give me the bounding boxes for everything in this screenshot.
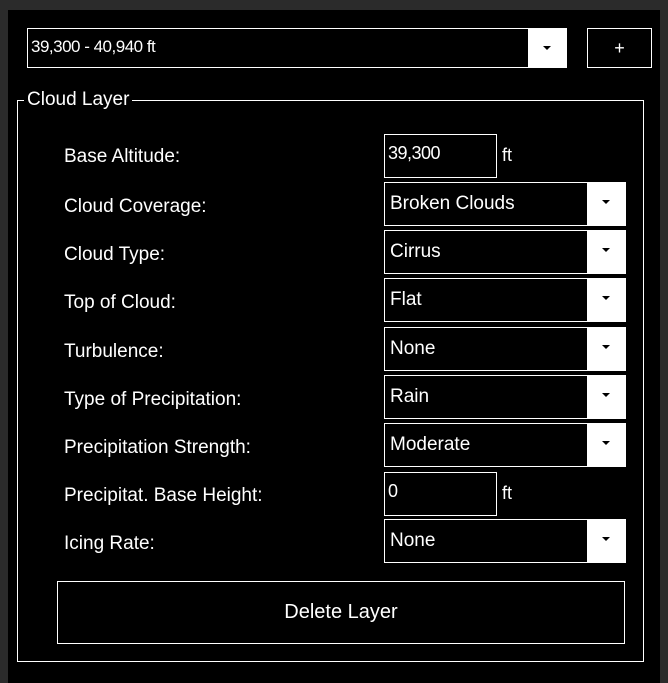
top-of-cloud-select[interactable]: Flat (384, 278, 626, 322)
cloud-coverage-select[interactable]: Broken Clouds (384, 182, 626, 226)
precipitation-type-label: Type of Precipitation: (64, 389, 242, 410)
turbulence-select[interactable]: None (384, 327, 626, 371)
cloud-type-label: Cloud Type: (64, 244, 166, 265)
precipitation-strength-select[interactable]: Moderate (384, 423, 626, 467)
cloud-coverage-dropdown-button[interactable] (587, 183, 625, 225)
group-title: Cloud Layer (24, 89, 133, 111)
precipitation-base-height-value: 0 (388, 481, 398, 501)
chevron-down-icon (602, 200, 610, 204)
delete-layer-button[interactable]: Delete Layer (57, 581, 625, 644)
turbulence-label: Turbulence: (64, 341, 164, 362)
layer-select-dropdown-button[interactable] (528, 29, 566, 67)
cloud-coverage-label: Cloud Coverage: (64, 196, 207, 217)
top-of-cloud-label: Top of Cloud: (64, 292, 176, 313)
icing-rate-select[interactable]: None (384, 519, 626, 563)
chevron-down-icon (602, 441, 610, 445)
chevron-down-icon (602, 393, 610, 397)
precipitation-base-height-unit: ft (502, 483, 513, 503)
chevron-down-icon (543, 46, 551, 50)
precipitation-type-select[interactable]: Rain (384, 375, 626, 419)
icing-rate-label: Icing Rate: (64, 533, 155, 554)
precipitation-base-height-label: Precipitat. Base Height: (64, 485, 263, 506)
cloud-type-select[interactable]: Cirrus (384, 230, 626, 274)
cloud-type-dropdown-button[interactable] (587, 231, 625, 273)
add-layer-button[interactable]: + (587, 28, 652, 68)
base-altitude-label: Base Altitude: (64, 146, 181, 167)
chevron-down-icon (602, 537, 610, 541)
precipitation-type-dropdown-button[interactable] (587, 376, 625, 418)
cloud-coverage-value: Broken Clouds (390, 193, 515, 214)
base-altitude-input[interactable]: 39,300 (384, 134, 497, 178)
layer-select-value: 39,300 - 40,940 ft (31, 37, 156, 56)
base-altitude-value: 39,300 (388, 143, 441, 163)
chevron-down-icon (602, 345, 610, 349)
layer-select[interactable]: 39,300 - 40,940 ft (27, 28, 567, 68)
precipitation-strength-value: Moderate (390, 434, 471, 455)
base-altitude-unit: ft (502, 145, 513, 165)
icing-rate-value: None (390, 530, 436, 551)
chevron-down-icon (602, 296, 610, 300)
turbulence-dropdown-button[interactable] (587, 328, 625, 370)
chevron-down-icon (602, 248, 610, 252)
precipitation-type-value: Rain (390, 386, 430, 407)
precipitation-base-height-input[interactable]: 0 (384, 472, 497, 516)
turbulence-value: None (390, 338, 436, 359)
icing-rate-dropdown-button[interactable] (587, 520, 625, 562)
top-of-cloud-dropdown-button[interactable] (587, 279, 625, 321)
top-of-cloud-value: Flat (390, 289, 422, 310)
precipitation-strength-dropdown-button[interactable] (587, 424, 625, 466)
cloud-type-value: Cirrus (390, 241, 441, 262)
precipitation-strength-label: Precipitation Strength: (64, 437, 251, 458)
